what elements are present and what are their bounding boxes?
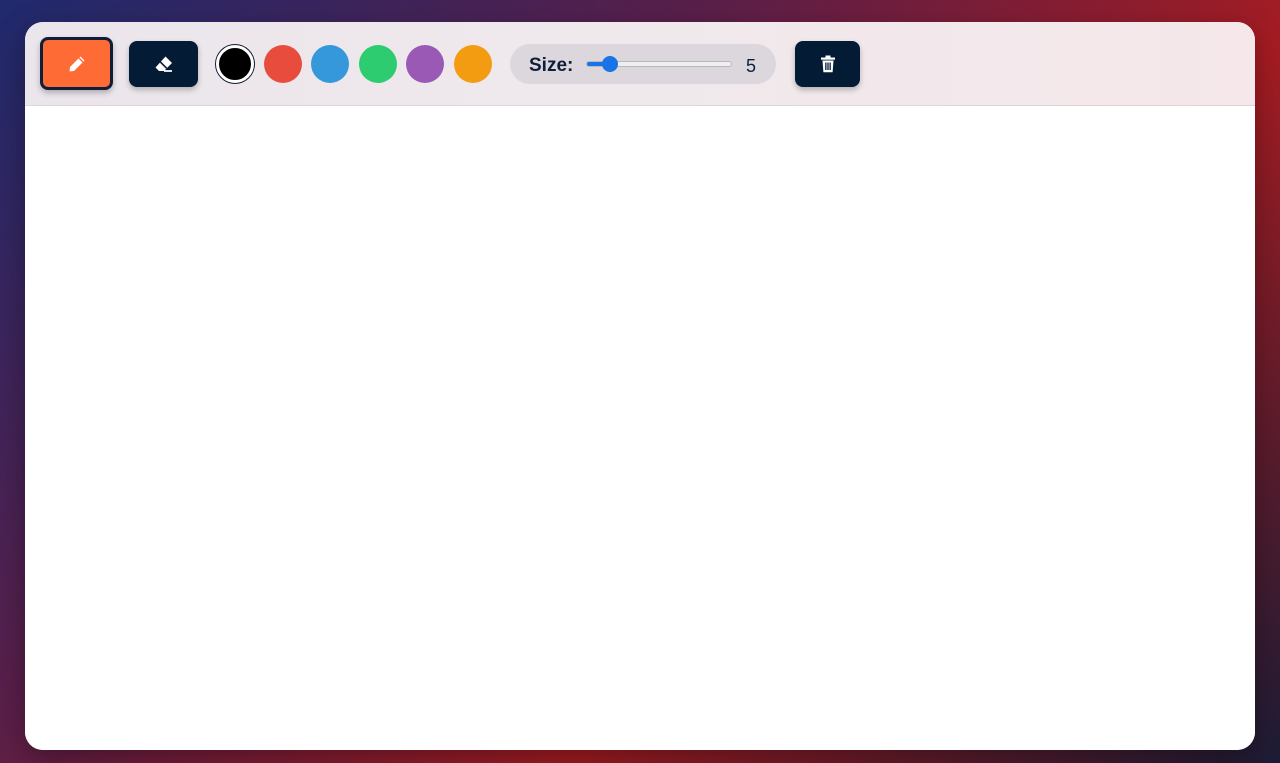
pen-tool-button[interactable] (40, 37, 113, 90)
color-swatch-blue[interactable] (311, 45, 349, 83)
eraser-tool-button[interactable] (129, 41, 198, 87)
eraser-icon (154, 55, 174, 73)
slider-thumb[interactable] (601, 56, 618, 72)
clear-canvas-button[interactable] (795, 41, 860, 87)
drawing-app-window: Size: 5 (25, 22, 1255, 750)
color-swatch-black[interactable] (216, 45, 254, 83)
trash-icon (820, 55, 836, 73)
color-swatch-orange[interactable] (454, 45, 492, 83)
toolbar: Size: 5 (25, 22, 1255, 106)
color-swatch-purple[interactable] (406, 45, 444, 83)
brush-size-slider[interactable] (586, 56, 732, 72)
color-swatch-red[interactable] (264, 45, 302, 83)
drawing-canvas[interactable] (25, 106, 1255, 750)
pencil-icon (67, 54, 87, 74)
size-value: 5 (746, 56, 757, 76)
brush-size-control: Size: 5 (510, 44, 776, 84)
color-swatch-green[interactable] (359, 45, 397, 83)
size-label: Size: (529, 55, 574, 76)
